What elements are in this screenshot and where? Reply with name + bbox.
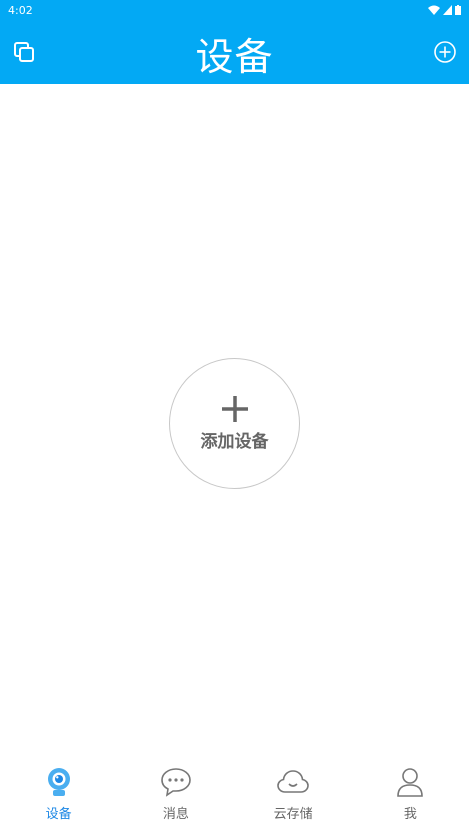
status-icons — [428, 5, 461, 15]
signal-icon — [443, 5, 452, 15]
app-bar: 设备 — [0, 20, 469, 84]
battery-icon — [455, 5, 461, 15]
status-time: 4:02 — [8, 3, 33, 17]
tab-devices-label: 设备 — [45, 807, 72, 822]
page-title: 设备 — [195, 35, 274, 79]
add-device-label: 添加设备 — [200, 432, 269, 452]
tab-cloud-storage[interactable]: 云存储 — [235, 754, 352, 834]
chat-bubble-icon — [161, 768, 191, 797]
wifi-icon — [428, 5, 440, 15]
tab-devices[interactable]: 设备 — [0, 754, 117, 834]
tab-me-label: 我 — [403, 807, 417, 822]
device-list-area: 添加设备 — [0, 84, 469, 754]
tab-messages[interactable]: 消息 — [117, 754, 234, 834]
status-bar: 4:02 — [0, 0, 469, 20]
cloud-icon — [277, 770, 309, 793]
plus-icon — [221, 396, 248, 422]
bottom-tab-bar: 设备 消息 云存储 我 — [0, 754, 469, 834]
person-icon — [397, 768, 424, 797]
tab-messages-label: 消息 — [162, 807, 189, 822]
camera-icon — [47, 768, 70, 796]
add-device-button[interactable]: 添加设备 — [169, 358, 300, 489]
add-circle-icon[interactable] — [433, 40, 457, 64]
tab-cloud-storage-label: 云存储 — [273, 807, 313, 822]
tab-me[interactable]: 我 — [352, 754, 469, 834]
